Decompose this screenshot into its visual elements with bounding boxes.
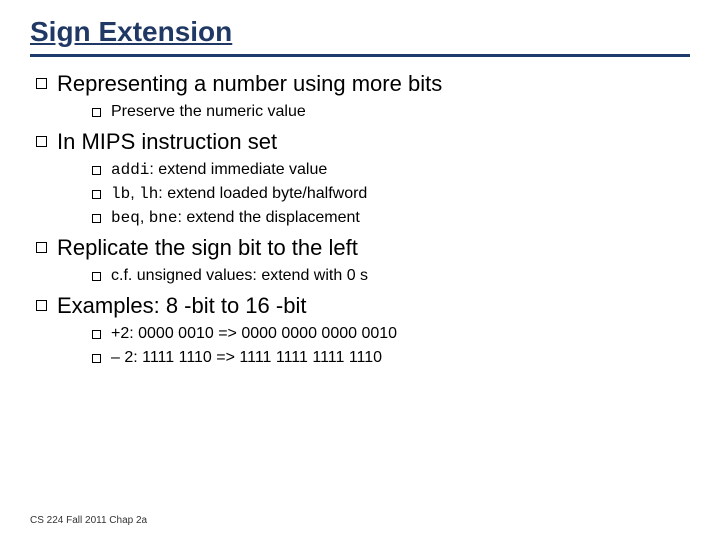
bullet-text: Examples: 8 -bit to 16 -bit bbox=[57, 293, 306, 319]
square-bullet-icon bbox=[36, 78, 47, 89]
subbullet-minus2: – 2: 1111 1110 => 1111 1111 1111 1110 bbox=[92, 349, 690, 367]
sep: , bbox=[130, 185, 139, 202]
square-bullet-icon bbox=[92, 190, 101, 199]
code-lh: lh bbox=[139, 185, 158, 203]
subbullet-unsigned: c.f. unsigned values: extend with 0 s bbox=[92, 267, 690, 285]
square-bullet-icon bbox=[92, 166, 101, 175]
square-bullet-icon bbox=[92, 214, 101, 223]
bullet-text: – 2: 1111 1110 => 1111 1111 1111 1110 bbox=[111, 349, 382, 367]
bullet-text: Replicate the sign bit to the left bbox=[57, 235, 358, 261]
bullet-text: Preserve the numeric value bbox=[111, 103, 306, 121]
bullet-examples: Examples: 8 -bit to 16 -bit bbox=[36, 293, 690, 319]
square-bullet-icon bbox=[92, 108, 101, 117]
code-addi: addi bbox=[111, 161, 149, 179]
square-bullet-icon bbox=[36, 300, 47, 311]
bullet-text: addi: extend immediate value bbox=[111, 161, 327, 179]
bullet-text: lb, lh: extend loaded byte/halfword bbox=[111, 185, 367, 203]
square-bullet-icon bbox=[36, 136, 47, 147]
bullet-replicate: Replicate the sign bit to the left bbox=[36, 235, 690, 261]
sep: , bbox=[140, 209, 149, 226]
subbullet-plus2: +2: 0000 0010 => 0000 0000 0000 0010 bbox=[92, 325, 690, 343]
code-beq: beq bbox=[111, 209, 140, 227]
square-bullet-icon bbox=[92, 354, 101, 363]
text-rest: : extend the displacement bbox=[178, 209, 360, 226]
text-rest: : extend loaded byte/halfword bbox=[158, 185, 367, 202]
slide-content: Representing a number using more bits Pr… bbox=[30, 71, 690, 367]
code-bne: bne bbox=[149, 209, 178, 227]
bullet-text: Representing a number using more bits bbox=[57, 71, 442, 97]
subbullet-preserve: Preserve the numeric value bbox=[92, 103, 690, 121]
subbullet-addi: addi: extend immediate value bbox=[92, 161, 690, 179]
square-bullet-icon bbox=[36, 242, 47, 253]
bullet-representing: Representing a number using more bits bbox=[36, 71, 690, 97]
bullet-text: beq, bne: extend the displacement bbox=[111, 209, 360, 227]
code-lb: lb bbox=[111, 185, 130, 203]
bullet-mips: In MIPS instruction set bbox=[36, 129, 690, 155]
title-underline bbox=[30, 54, 690, 57]
slide: Sign Extension Representing a number usi… bbox=[0, 0, 720, 540]
subbullet-lb-lh: lb, lh: extend loaded byte/halfword bbox=[92, 185, 690, 203]
square-bullet-icon bbox=[92, 330, 101, 339]
bullet-text: In MIPS instruction set bbox=[57, 129, 277, 155]
text-rest: : extend immediate value bbox=[149, 161, 327, 178]
subbullet-beq-bne: beq, bne: extend the displacement bbox=[92, 209, 690, 227]
bullet-text: +2: 0000 0010 => 0000 0000 0000 0010 bbox=[111, 325, 397, 343]
slide-title: Sign Extension bbox=[30, 16, 690, 48]
slide-footer: CS 224 Fall 2011 Chap 2a bbox=[30, 515, 147, 526]
bullet-text: c.f. unsigned values: extend with 0 s bbox=[111, 267, 368, 285]
square-bullet-icon bbox=[92, 272, 101, 281]
